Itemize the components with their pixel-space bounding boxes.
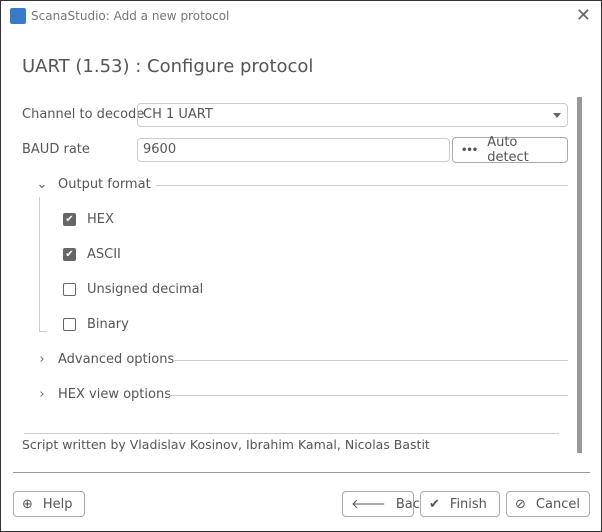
- finish-label: Finish: [449, 496, 487, 512]
- checkbox-binary[interactable]: Binary: [63, 317, 129, 332]
- scrollbar[interactable]: [577, 97, 582, 453]
- chevron-down-icon: ⌄: [36, 177, 48, 192]
- hex-view-options-toggle[interactable]: › HEX view options: [34, 387, 171, 402]
- checkbox-ascii[interactable]: ✔ ASCII: [63, 247, 121, 262]
- footer-divider: [13, 472, 590, 473]
- auto-detect-label: Auto detect: [487, 135, 529, 165]
- checkbox-empty-icon: [63, 318, 76, 331]
- checkbox-label: Unsigned decimal: [87, 282, 204, 297]
- cancel-label: Cancel: [535, 496, 580, 512]
- checkbox-label: Binary: [87, 317, 129, 332]
- page-title: UART (1.53) : Configure protocol: [22, 56, 314, 77]
- channel-select[interactable]: CH 1 UART: [137, 103, 568, 127]
- divider: [169, 395, 568, 396]
- divider: [156, 185, 568, 186]
- help-button[interactable]: ⊕ Help: [13, 491, 85, 517]
- tree-line: [39, 331, 47, 332]
- auto-detect-button[interactable]: ••• Auto detect: [452, 135, 568, 165]
- app-icon: [10, 8, 26, 24]
- check-icon: ✔: [429, 496, 440, 512]
- hex-view-options-label: HEX view options: [58, 387, 171, 402]
- divider: [173, 360, 568, 361]
- check-icon: ✔: [63, 213, 76, 226]
- help-label: Help: [42, 496, 73, 512]
- close-icon[interactable]: ✕: [576, 5, 591, 26]
- checkbox-label: HEX: [87, 212, 114, 227]
- baud-input[interactable]: 9600: [137, 138, 450, 162]
- output-format-label: Output format: [58, 177, 151, 192]
- dialog-window: ScanaStudio: Add a new protocol ✕ UART (…: [0, 0, 602, 532]
- credit-text: Script written by Vladislav Kosinov, Ibr…: [22, 437, 430, 452]
- chevron-right-icon: ›: [39, 352, 45, 367]
- window-title: ScanaStudio: Add a new protocol: [31, 9, 230, 23]
- checkbox-label: ASCII: [87, 247, 121, 262]
- baud-label: BAUD rate: [22, 142, 90, 157]
- lifebuoy-icon: ⊕: [22, 496, 33, 512]
- channel-value: CH 1 UART: [143, 107, 213, 122]
- checkbox-empty-icon: [63, 283, 76, 296]
- arrow-left-icon: 🡐: [351, 497, 386, 512]
- output-format-toggle[interactable]: ⌄ Output format: [34, 177, 151, 192]
- advanced-options-toggle[interactable]: › Advanced options: [34, 352, 174, 367]
- advanced-options-label: Advanced options: [58, 352, 175, 367]
- cancel-button[interactable]: ⊘ Cancel: [506, 491, 590, 517]
- divider: [24, 433, 559, 434]
- tree-line: [39, 197, 40, 331]
- channel-label: Channel to decode: [22, 107, 145, 122]
- checkbox-hex[interactable]: ✔ HEX: [63, 212, 114, 227]
- chevron-right-icon: ›: [39, 387, 45, 402]
- back-button[interactable]: 🡐 Back: [342, 491, 427, 517]
- baud-value: 9600: [143, 142, 177, 157]
- checkbox-unsigned-decimal[interactable]: Unsigned decimal: [63, 282, 203, 297]
- dropdown-arrow-icon: [553, 113, 561, 118]
- title-bar: ScanaStudio: Add a new protocol ✕: [1, 1, 601, 33]
- ellipsis-icon: •••: [461, 144, 478, 156]
- ban-icon: ⊘: [515, 496, 526, 512]
- check-icon: ✔: [63, 248, 76, 261]
- finish-button[interactable]: ✔ Finish: [420, 491, 500, 517]
